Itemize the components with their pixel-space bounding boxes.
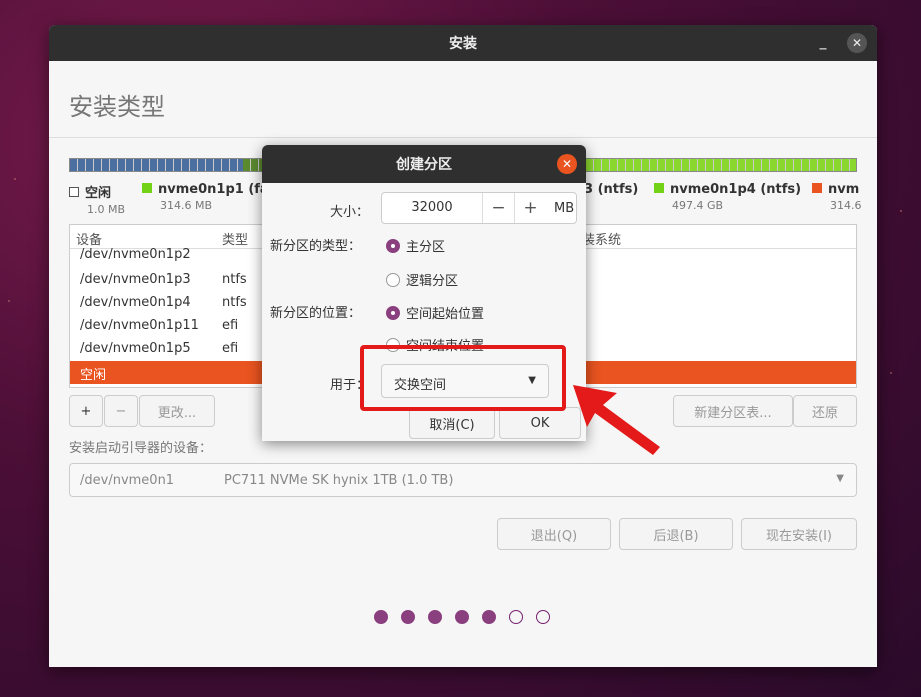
- remove-partition-button[interactable]: −: [104, 395, 138, 427]
- progress-dot: [455, 610, 469, 624]
- legend-item: 空闲 1.0 MB: [69, 182, 125, 216]
- chevron-down-icon: ▼: [836, 473, 844, 484]
- radio-checked-icon: [386, 238, 400, 253]
- arrow-icon: [573, 385, 660, 455]
- radio-logical[interactable]: 逻辑分区: [386, 270, 458, 289]
- location-label: 新分区的位置：: [270, 306, 362, 321]
- quit-button[interactable]: 退出(Q): [497, 518, 611, 550]
- column-header[interactable]: 装系统: [582, 229, 621, 248]
- legend-item: nvme0n1p4 (ntfs) 497.4 GB: [654, 182, 801, 212]
- size-unit: MB: [554, 201, 575, 216]
- progress-dot: [536, 610, 550, 624]
- column-header[interactable]: 类型: [222, 229, 248, 248]
- progress-dot: [482, 610, 496, 624]
- legend-item: nvme0n1p1 (fa 314.6 MB: [142, 182, 269, 212]
- highlight-box: [360, 345, 566, 411]
- partition-segment: [70, 159, 243, 171]
- revert-button[interactable]: 还原: [793, 395, 857, 427]
- radio-primary[interactable]: 主分区: [386, 236, 445, 255]
- legend-swatch: [654, 183, 664, 193]
- change-partition-button[interactable]: 更改...: [139, 395, 215, 427]
- cancel-button[interactable]: 取消(C): [409, 407, 495, 439]
- window-title: 安装: [449, 36, 477, 52]
- type-label: 新分区的类型：: [270, 239, 362, 254]
- column-header[interactable]: 设备: [76, 229, 102, 248]
- boot-device-select[interactable]: /dev/nvme0n1 PC711 NVMe SK hynix 1TB (1.…: [69, 463, 857, 497]
- progress-dots: [374, 610, 550, 624]
- legend-swatch: [812, 183, 822, 193]
- legend-item: nvm 314.6: [812, 182, 862, 212]
- progress-dot: [374, 610, 388, 624]
- close-icon[interactable]: ✕: [847, 33, 867, 53]
- progress-dot: [509, 610, 523, 624]
- wallpaper-dot: [890, 372, 892, 374]
- wallpaper-dot: [900, 210, 902, 212]
- dialog-title: 创建分区: [396, 157, 452, 173]
- radio-checked-icon: [386, 305, 400, 320]
- radio-unchecked-icon: [386, 272, 400, 287]
- divider: [49, 137, 877, 138]
- size-spinbox: 32000 − +: [381, 192, 577, 224]
- increment-button[interactable]: +: [514, 193, 546, 223]
- new-partition-table-button[interactable]: 新建分区表...: [673, 395, 793, 427]
- wallpaper-dot: [8, 300, 10, 302]
- progress-dot: [401, 610, 415, 624]
- radio-location-start[interactable]: 空间起始位置: [386, 303, 484, 322]
- size-input[interactable]: 32000: [382, 193, 482, 223]
- add-partition-button[interactable]: +: [69, 395, 103, 427]
- legend-item: 3 (ntfs): [584, 182, 639, 197]
- legend-swatch: [142, 183, 152, 193]
- dialog-titlebar: 创建分区 ✕: [262, 145, 586, 183]
- boot-loader-label: 安装启动引导器的设备：: [69, 441, 213, 456]
- page-title: 安装类型: [69, 93, 165, 121]
- decrement-button[interactable]: −: [482, 193, 514, 223]
- legend-swatch: [69, 187, 79, 197]
- install-now-button[interactable]: 现在安装(I): [741, 518, 857, 550]
- back-button[interactable]: 后退(B): [619, 518, 733, 550]
- window-titlebar: 安装 _ ✕: [49, 25, 877, 61]
- close-icon[interactable]: ✕: [557, 154, 577, 174]
- progress-dot: [428, 610, 442, 624]
- size-label: 大小：: [330, 205, 370, 220]
- wallpaper-dot: [14, 178, 16, 180]
- minimize-icon[interactable]: _: [815, 35, 831, 51]
